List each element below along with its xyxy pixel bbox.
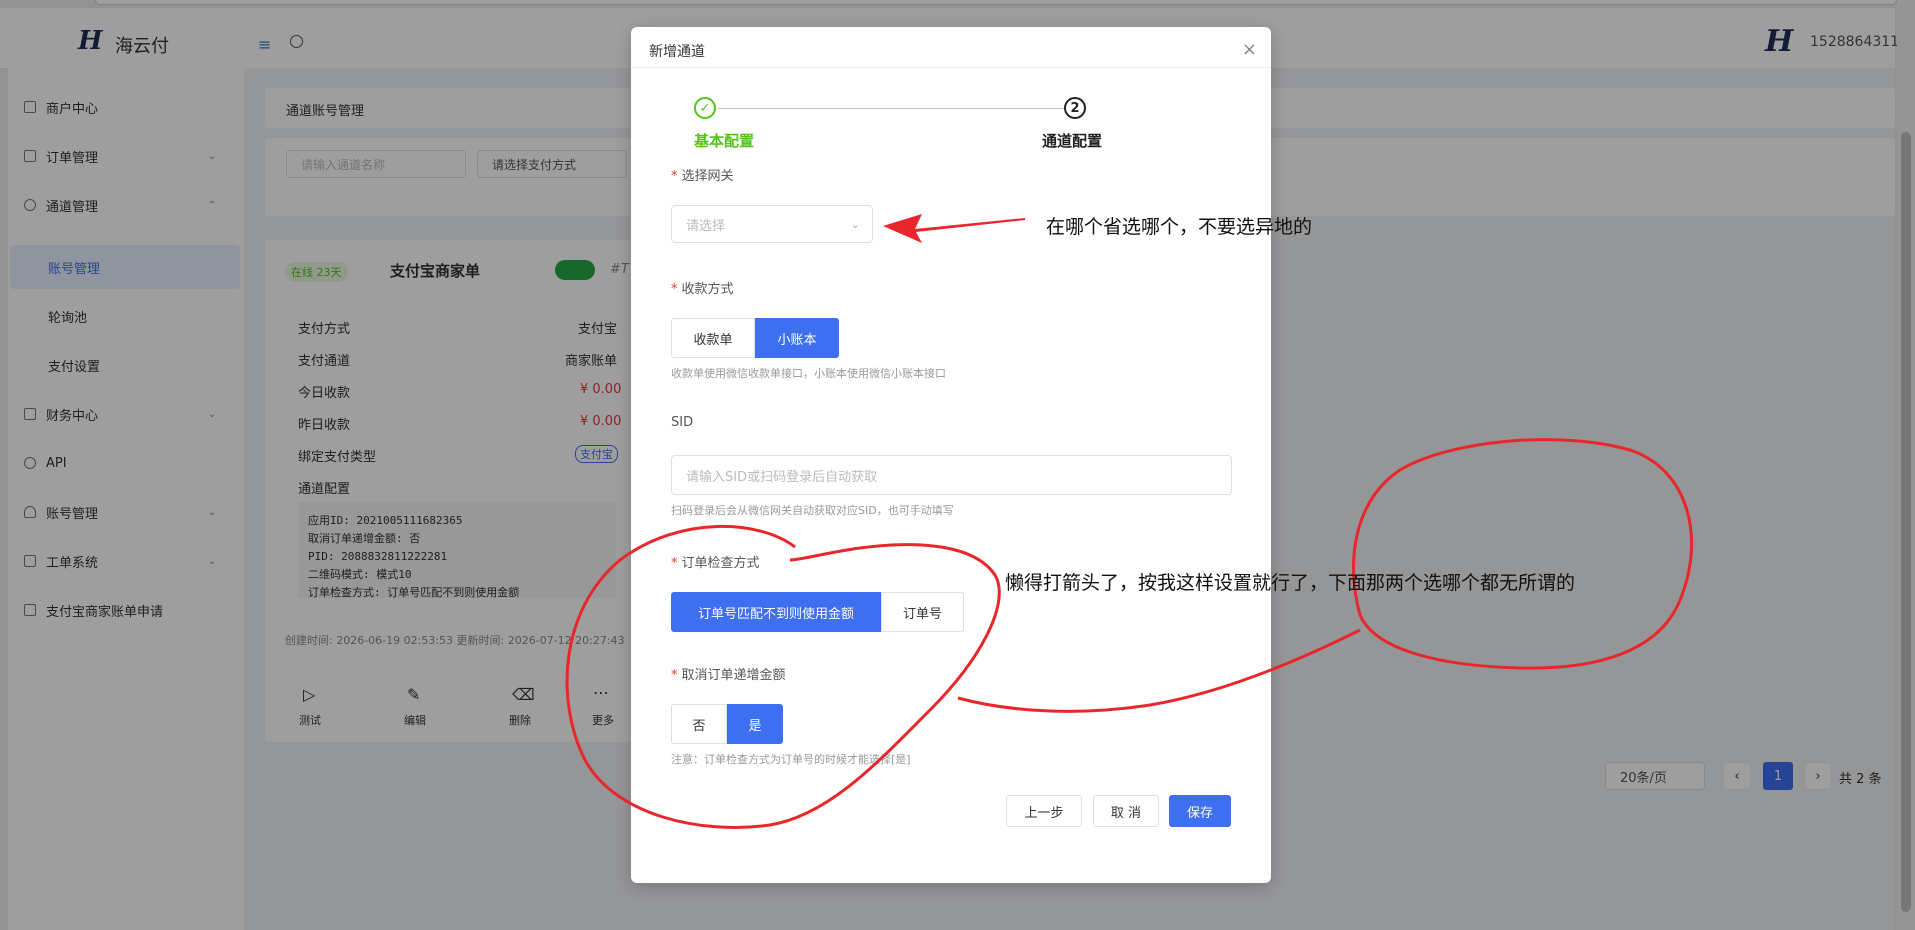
arrow-annotation-text: 在哪个省选哪个，不要选异地的	[1046, 216, 1313, 238]
red-arrow-icon	[883, 214, 1025, 243]
red-circle-left-icon	[565, 524, 1001, 829]
red-circle-right-icon	[1351, 438, 1693, 670]
annotation-layer	[565, 214, 1693, 829]
red-connector-line-icon	[957, 628, 1361, 713]
circle-annotation-text: 懒得打箭头了，按我这样设置就行了，下面那两个选哪个都无所谓的	[1005, 572, 1576, 594]
